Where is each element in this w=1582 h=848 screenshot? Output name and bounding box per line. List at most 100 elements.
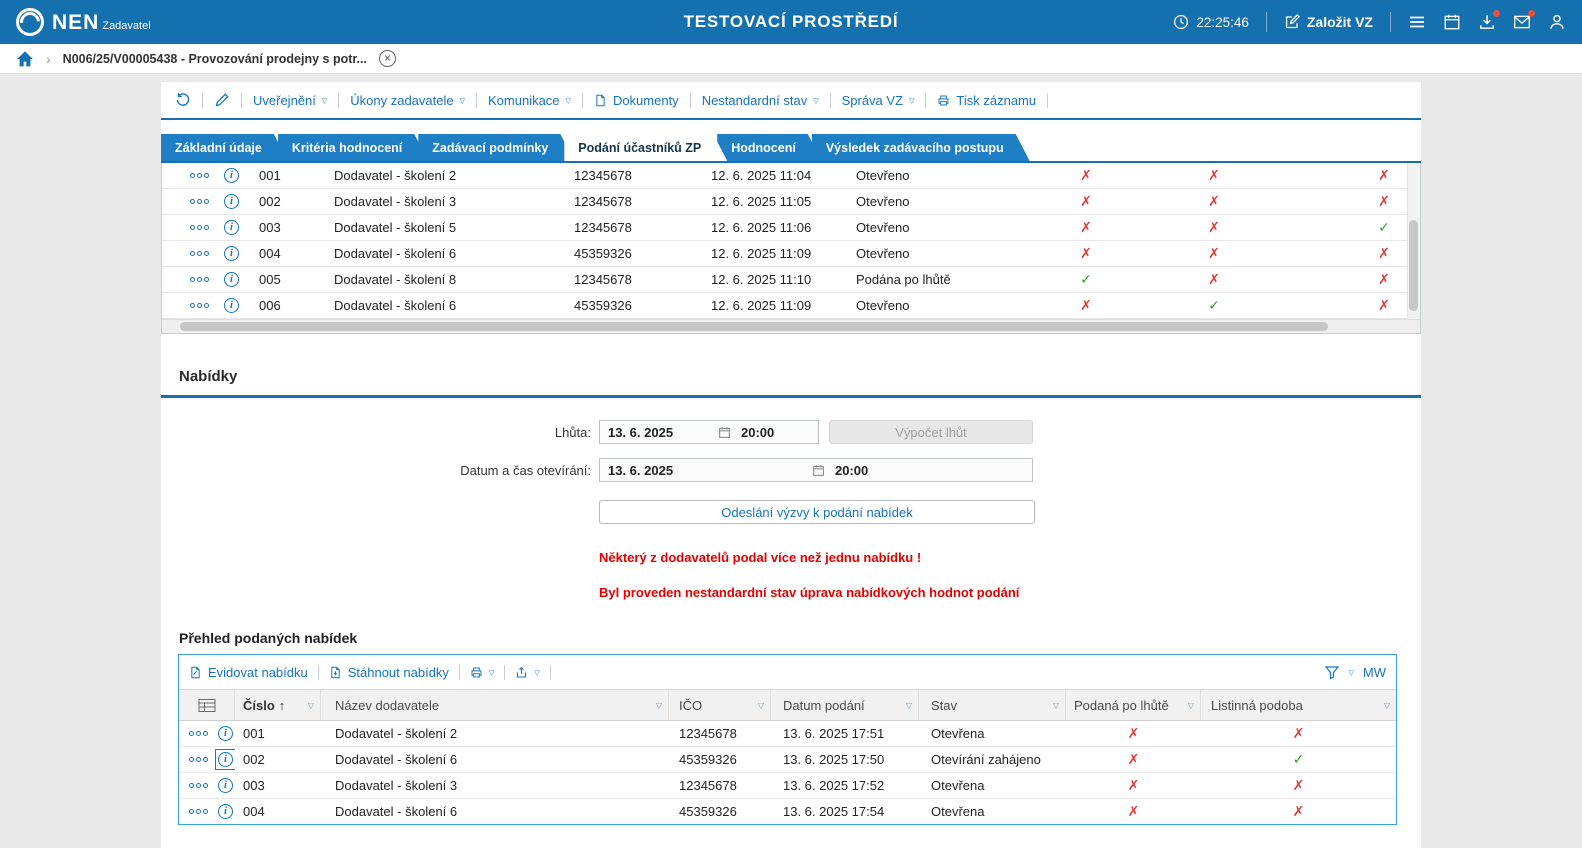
- flag-mark: ✗: [1208, 245, 1220, 261]
- menu-ukony-zadavatele[interactable]: Úkony zadavatele ▽: [350, 93, 465, 108]
- filter-preset-label[interactable]: MW: [1363, 665, 1386, 680]
- tab-vysledek-zadavaciho-postupu[interactable]: Výsledek zadávacího postupu: [812, 134, 1030, 161]
- tab-zakladni-udaje[interactable]: Základní údaje: [161, 134, 288, 161]
- nen-logo[interactable]: NEN Zadavatel: [15, 7, 151, 37]
- close-record-icon[interactable]: ×: [378, 50, 396, 67]
- row-menu-icon[interactable]: [190, 303, 209, 308]
- chevron-down-icon[interactable]: ▽: [1349, 670, 1354, 677]
- column-header-ico[interactable]: IČO ▽: [669, 690, 771, 720]
- column-header-datum-podani[interactable]: Datum podání ▽: [771, 690, 919, 720]
- table-row[interactable]: i 003 Dodavatel - školení 3 12345678 13.…: [179, 773, 1396, 799]
- table-row[interactable]: i 004 Dodavatel - školení 6 45359326 13.…: [179, 799, 1396, 824]
- divider: [1265, 12, 1267, 32]
- status-value: Otevřena: [931, 804, 985, 819]
- print-table-button[interactable]: ▽: [470, 666, 494, 679]
- table-row[interactable]: i 004 Dodavatel - školení 6 45359326 12.…: [162, 241, 1420, 267]
- menu-icon[interactable]: [1408, 13, 1426, 31]
- column-header-stav[interactable]: Stav ▽: [919, 690, 1066, 720]
- calendar-icon[interactable]: [812, 464, 825, 477]
- menu-dokumenty[interactable]: Dokumenty: [594, 93, 679, 108]
- edit-button[interactable]: [214, 92, 230, 108]
- menu-komunikace[interactable]: Komunikace ▽: [488, 93, 571, 108]
- table-row[interactable]: i 003 Dodavatel - školení 5 12345678 12.…: [162, 215, 1420, 241]
- export-icon: [517, 666, 527, 677]
- tab-zadavaci-podminky[interactable]: Zadávací podmínky: [418, 134, 574, 161]
- sort-asc-icon: ↑: [278, 697, 286, 713]
- row-menu-icon[interactable]: [190, 277, 209, 282]
- table-row[interactable]: i 001 Dodavatel - školení 2 12345678 12.…: [162, 163, 1420, 189]
- info-icon[interactable]: i: [218, 726, 233, 741]
- tab-hodnoceni[interactable]: Hodnocení: [717, 134, 822, 161]
- opening-date[interactable]: 13. 6. 2025: [600, 463, 812, 478]
- calendar-icon[interactable]: [1443, 13, 1461, 31]
- table-row[interactable]: i 002 Dodavatel - školení 3 12345678 12.…: [162, 189, 1420, 215]
- row-menu-icon[interactable]: [189, 809, 208, 814]
- send-invitation-button[interactable]: Odeslání výzvy k podání nabídek: [599, 500, 1035, 524]
- info-icon[interactable]: i: [224, 298, 239, 313]
- history-button[interactable]: [175, 92, 191, 108]
- horizontal-scrollbar[interactable]: [162, 319, 1420, 333]
- menu-sprava-vz[interactable]: Správa VZ ▽: [842, 93, 915, 108]
- create-vz-button[interactable]: Založit VZ: [1284, 14, 1373, 30]
- status-value: Otevřena: [931, 778, 985, 793]
- row-menu-icon[interactable]: [189, 783, 208, 788]
- row-menu-icon[interactable]: [190, 225, 209, 230]
- filter-caret-icon[interactable]: ▽: [1047, 701, 1059, 710]
- deadline-date[interactable]: 13. 6. 2025: [600, 425, 718, 440]
- column-header-cislo[interactable]: Číslo ↑ ▽: [235, 690, 321, 720]
- tab-kriteria-hodnoceni[interactable]: Kritéria hodnocení: [278, 134, 428, 161]
- filter-icon[interactable]: [1324, 664, 1340, 680]
- table-row[interactable]: i 005 Dodavatel - školení 8 12345678 12.…: [162, 267, 1420, 293]
- calc-deadlines-button[interactable]: Výpočet lhůt: [829, 420, 1033, 444]
- column-settings-icon[interactable]: [179, 690, 235, 720]
- column-header-podana-po-lhute[interactable]: Podaná po lhůtě ▽: [1066, 690, 1201, 720]
- column-header-listinna-podoba[interactable]: Listinná podoba ▽: [1201, 690, 1396, 720]
- row-menu-icon[interactable]: [189, 757, 208, 762]
- filter-caret-icon[interactable]: ▽: [1378, 701, 1390, 710]
- row-menu-icon[interactable]: [190, 173, 209, 178]
- filter-caret-icon[interactable]: ▽: [752, 701, 764, 710]
- opening-time[interactable]: 20:00: [825, 463, 868, 478]
- home-icon[interactable]: [16, 50, 34, 68]
- column-header-nazev-dodavatele[interactable]: Název dodavatele ▽: [321, 690, 669, 720]
- filter-caret-icon[interactable]: ▽: [302, 701, 314, 710]
- menu-uverejneni[interactable]: Uveřejnění ▽: [253, 93, 327, 108]
- user-icon[interactable]: [1548, 13, 1566, 31]
- info-icon[interactable]: i: [224, 246, 239, 261]
- chevron-down-icon: ▽: [321, 97, 328, 105]
- row-menu-icon[interactable]: [189, 731, 208, 736]
- info-icon[interactable]: i: [224, 194, 239, 209]
- supplier-name: Dodavatel - školení 6: [335, 752, 458, 767]
- info-icon[interactable]: i: [224, 220, 239, 235]
- vertical-scrollbar[interactable]: [1407, 163, 1420, 320]
- filter-caret-icon[interactable]: ▽: [650, 701, 662, 710]
- info-icon[interactable]: i: [224, 168, 239, 183]
- print-record-button[interactable]: Tisk záznamu: [937, 93, 1036, 108]
- scrollbar-thumb[interactable]: [180, 322, 1328, 331]
- filter-caret-icon[interactable]: ▽: [1182, 701, 1194, 710]
- info-icon[interactable]: i: [218, 778, 233, 793]
- download-offers-button[interactable]: Stáhnout nabídky: [329, 665, 449, 680]
- filter-caret-icon[interactable]: ▽: [900, 701, 912, 710]
- info-icon[interactable]: i: [224, 272, 239, 287]
- table-row[interactable]: i 006 Dodavatel - školení 6 45359326 12.…: [162, 293, 1420, 319]
- table-row[interactable]: i 001 Dodavatel - školení 2 12345678 13.…: [179, 721, 1396, 747]
- deadline-field[interactable]: 13. 6. 2025 20:00: [599, 420, 819, 444]
- info-icon[interactable]: i: [218, 752, 233, 767]
- deadline-time[interactable]: 20:00: [731, 425, 774, 440]
- opening-field[interactable]: 13. 6. 2025 20:00: [599, 458, 1033, 482]
- register-offer-button[interactable]: Evidovat nabídku: [189, 665, 308, 680]
- export-button[interactable]: ▽: [515, 666, 540, 679]
- downloads-icon[interactable]: [1478, 10, 1500, 31]
- calendar-icon[interactable]: [718, 426, 731, 439]
- table-row[interactable]: i 002 Dodavatel - školení 6 45359326 13.…: [179, 747, 1396, 773]
- tab-podani-ucastniku-zp[interactable]: Podání účastníků ZP: [564, 134, 727, 161]
- scrollbar-thumb[interactable]: [1409, 219, 1418, 311]
- row-menu-icon[interactable]: [190, 251, 209, 256]
- row-menu-icon[interactable]: [190, 199, 209, 204]
- info-icon[interactable]: i: [218, 804, 233, 819]
- messages-icon[interactable]: [1513, 10, 1535, 31]
- menu-nestandardni-stav[interactable]: Nestandardní stav ▽: [702, 93, 819, 108]
- breadcrumb-item[interactable]: N006/25/V00005438 - Provozování prodejny…: [63, 52, 367, 66]
- flag-mark: ✗: [1208, 219, 1220, 235]
